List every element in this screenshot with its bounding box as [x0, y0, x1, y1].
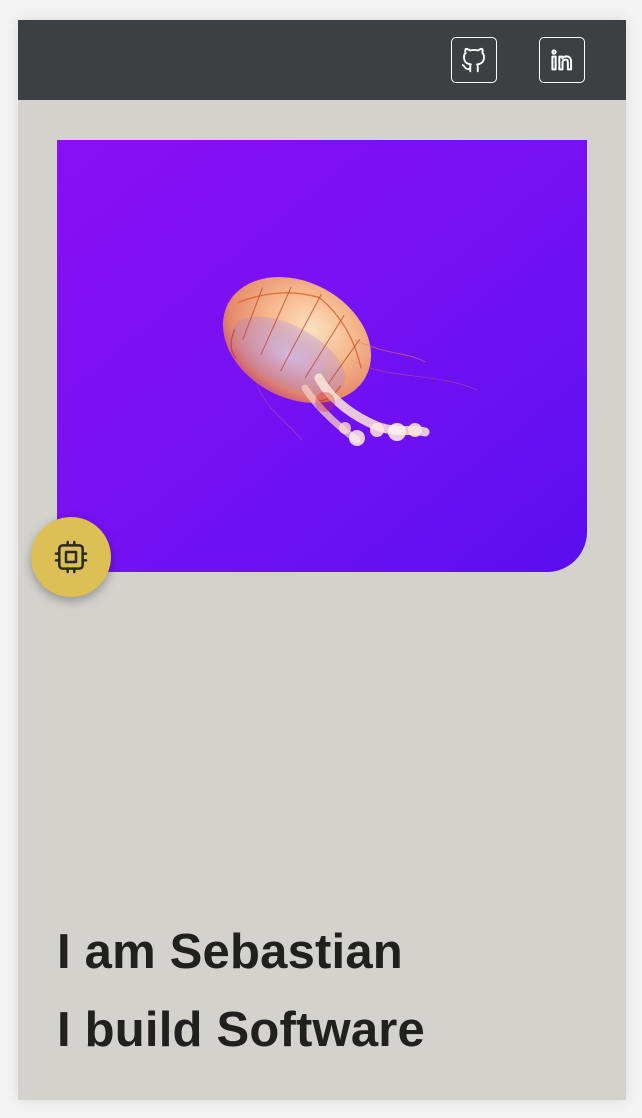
cpu-chip-icon [54, 540, 88, 574]
intro-headline: I am Sebastian I build Software [57, 913, 597, 1069]
chip-fab-button[interactable] [31, 517, 111, 597]
linkedin-icon [551, 49, 573, 71]
github-link[interactable] [451, 37, 497, 83]
intro-line-2: I build Software [57, 1003, 425, 1057]
page-frame: I am Sebastian I build Software [18, 20, 626, 1100]
top-nav-bar [18, 20, 626, 100]
github-icon [461, 47, 485, 73]
hero-image [57, 140, 587, 572]
linkedin-link[interactable] [539, 37, 585, 83]
jellyfish-photo [57, 140, 587, 572]
intro-line-1: I am Sebastian [57, 925, 403, 979]
